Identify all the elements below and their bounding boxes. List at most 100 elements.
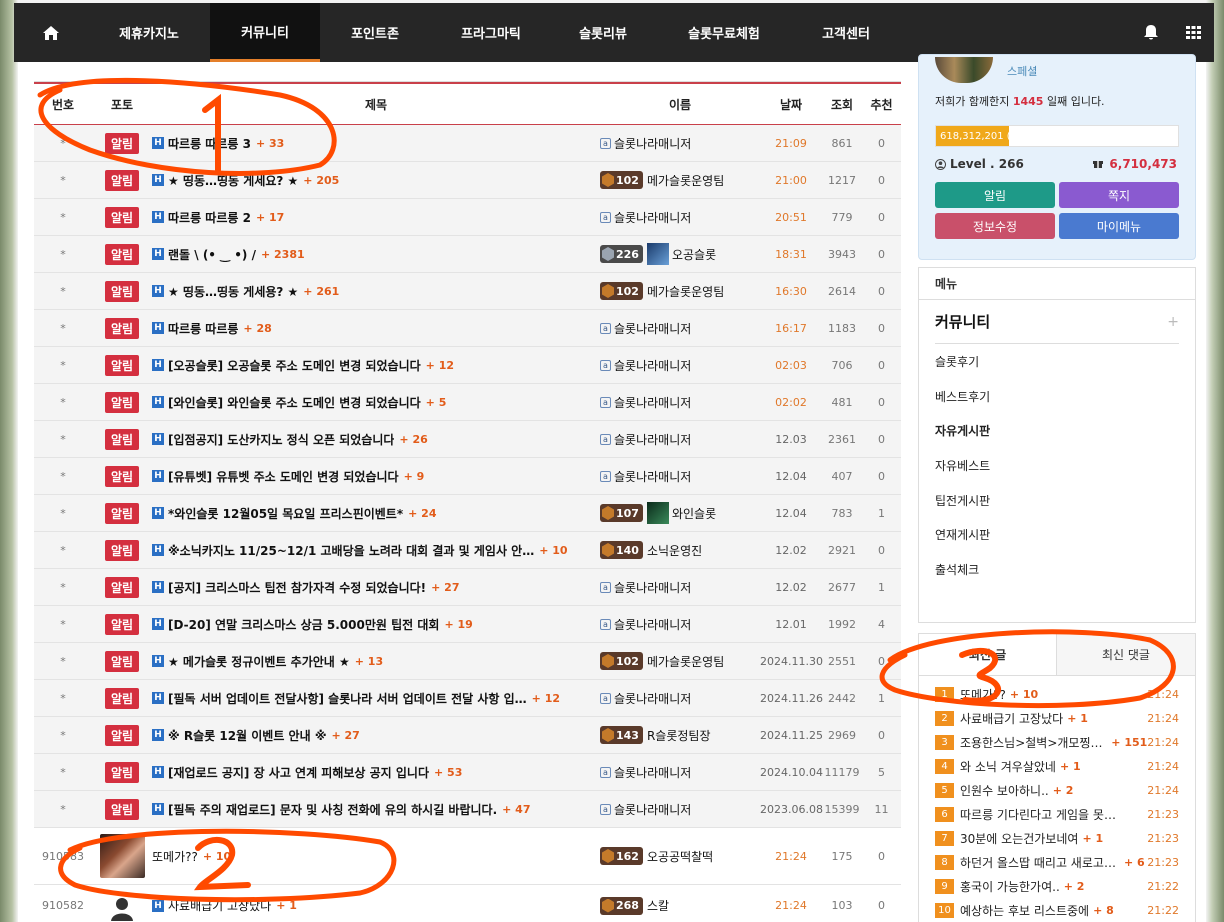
post-title-cell[interactable]: H [와인슬롯] 와인슬롯 주소 도메인 변경 되었습니다 + 5 — [152, 394, 600, 411]
post-title[interactable]: [공지] 크리스마스 팁전 참가자격 수정 되었습니다! — [168, 579, 426, 596]
post-title[interactable]: ★ 띵동…띵동 게세용? ★ — [168, 283, 298, 300]
post-title[interactable]: [필독 주의 재업로드] 문자 및 사칭 전화에 유의 하시길 바랍니다. — [168, 801, 497, 818]
home-button[interactable] — [14, 3, 88, 62]
table-row[interactable]: * 알림 H [오공슬롯] 오공슬롯 주소 도메인 변경 되었습니다 + 12 a 슬롯나라… — [34, 347, 901, 384]
edit-info-button[interactable]: 정보수정 — [935, 213, 1055, 239]
table-row[interactable]: * 알림 H ★ 띵동…띵동 게세요? ★ + 205 102 메가슬롯운영팀 21:00 12… — [34, 162, 901, 199]
table-row[interactable]: * 알림 H [와인슬롯] 와인슬롯 주소 도메인 변경 되었습니다 + 5 a 슬롯나라매… — [34, 384, 901, 421]
sidebar-item-slot-review[interactable]: 슬롯후기 — [935, 344, 1179, 379]
author-cell[interactable]: a 슬롯나라매니저 — [600, 135, 760, 152]
author-cell[interactable]: 140 소닉운영진 — [600, 541, 760, 559]
post-title-cell[interactable]: H 랜돌 \ (• ‿ •) / + 2381 — [152, 246, 600, 263]
list-item[interactable]: 8 하던거 올스땁 때리고 새로고침… + 6 21:23 — [935, 850, 1179, 874]
post-title[interactable]: 따르릉 따르릉 — [168, 320, 238, 337]
table-row[interactable]: * 알림 H 따르릉 따르릉 + 28 a 슬롯나라매니저 16:17 1183 0 — [34, 310, 901, 347]
author-cell[interactable]: 226 오공슬롯 — [600, 243, 760, 265]
author-cell[interactable]: 107 와인슬롯 — [600, 502, 760, 524]
post-thumbnail[interactable] — [99, 834, 145, 878]
post-title[interactable]: [오공슬롯] 오공슬롯 주소 도메인 변경 되었습니다 — [168, 357, 421, 374]
latest-title[interactable]: 조용한스님>철벽>개모찡>바… — [960, 734, 1107, 751]
plus-icon[interactable]: + — [1167, 314, 1179, 330]
post-title-cell[interactable]: H ※ R슬롯 12월 이벤트 안내 ※ + 27 — [152, 727, 600, 744]
header-views[interactable]: 조회 — [822, 96, 862, 113]
sidebar-item-free-board[interactable]: 자유게시판 — [935, 413, 1179, 448]
post-title-cell[interactable]: H 따르릉 따르릉 3 + 33 — [152, 135, 600, 152]
post-title[interactable]: [입점공지] 도산카지노 정식 오픈 되었습니다 — [168, 431, 394, 448]
memo-button[interactable]: 쪽지 — [1059, 182, 1179, 208]
author-cell[interactable]: 143 R슬롯정팀장 — [600, 726, 760, 744]
author-cell[interactable]: a 슬롯나라매니저 — [600, 320, 760, 337]
author-cell[interactable]: 162 오공공떡찰떡 — [600, 847, 760, 865]
nav-item-slot-free-trial[interactable]: 슬롯무료체험 — [654, 3, 794, 62]
post-title-cell[interactable]: H [입점공지] 도산카지노 정식 오픈 되었습니다 + 26 — [152, 431, 600, 448]
header-recommend[interactable]: 추천 — [862, 96, 901, 113]
my-menu-button[interactable]: 마이메뉴 — [1059, 213, 1179, 239]
menu-category-community[interactable]: 커뮤니티 + — [935, 300, 1179, 344]
table-row[interactable]: * 알림 H [D-20] 연말 크리스마스 상금 5.000만원 팁전 대회 + 19… — [34, 606, 901, 643]
post-title[interactable]: 또메가?? — [152, 848, 198, 865]
latest-title[interactable]: 하던거 올스땁 때리고 새로고침… — [960, 854, 1120, 871]
avatar[interactable] — [935, 57, 993, 83]
author-cell[interactable]: 102 메가슬롯운영팀 — [600, 282, 760, 300]
author-cell[interactable]: 102 메가슬롯운영팀 — [600, 652, 760, 670]
nav-item-pragmatic[interactable]: 프라그마틱 — [430, 3, 552, 62]
latest-title[interactable]: 또메가?? — [960, 686, 1006, 703]
author-cell[interactable]: a 슬롯나라매니저 — [600, 801, 760, 818]
author-cell[interactable]: a 슬롯나라매니저 — [600, 616, 760, 633]
apps-menu-button[interactable] — [1172, 26, 1214, 39]
table-row[interactable]: * 알림 H [입점공지] 도산카지노 정식 오픈 되었습니다 + 26 a 슬롯나라매니저… — [34, 421, 901, 458]
list-item[interactable]: 3 조용한스님>철벽>개모찡>바… + 151 21:24 — [935, 730, 1179, 754]
author-cell[interactable]: a 슬롯나라매니저 — [600, 468, 760, 485]
table-row[interactable]: * 알림 H 따르릉 따르릉 2 + 17 a 슬롯나라매니저 20:51 779 0 — [34, 199, 901, 236]
author-cell[interactable]: a 슬롯나라매니저 — [600, 431, 760, 448]
sidebar-item-free-best[interactable]: 자유베스트 — [935, 448, 1179, 483]
author-cell[interactable]: 102 메가슬롯운영팀 — [600, 171, 760, 189]
list-item[interactable]: 6 따르릉 기다린다고 게임을 못하겠네 21:23 — [935, 802, 1179, 826]
post-title-cell[interactable]: H ★ 메가슬롯 정규이벤트 추가안내 ★ + 13 — [152, 653, 600, 670]
post-title-cell[interactable]: H [오공슬롯] 오공슬롯 주소 도메인 변경 되었습니다 + 12 — [152, 357, 600, 374]
notification-button[interactable] — [1130, 24, 1172, 41]
post-title-cell[interactable]: H [공지] 크리스마스 팁전 참가자격 수정 되었습니다! + 27 — [152, 579, 600, 596]
header-date[interactable]: 날짜 — [760, 96, 822, 113]
post-title[interactable]: [유튜벳] 유튜벳 주소 도메인 변경 되었습니다 — [168, 468, 399, 485]
post-title-cell[interactable]: H 따르릉 따르릉 2 + 17 — [152, 209, 600, 226]
list-item[interactable]: 9 홍국이 가능한가여.. + 2 21:22 — [935, 874, 1179, 898]
nav-item-partner-casino[interactable]: 제휴카지노 — [88, 3, 210, 62]
table-row[interactable]: * 알림 H 따르릉 따르릉 3 + 33 a 슬롯나라매니저 21:09 861 0 — [34, 125, 901, 162]
post-title[interactable]: [D-20] 연말 크리스마스 상금 5.000만원 팁전 대회 — [168, 616, 439, 633]
list-item[interactable]: 7 30분에 오는건가보네여 + 1 21:23 — [935, 826, 1179, 850]
table-row[interactable]: * 알림 H [필독 주의 재업로드] 문자 및 사칭 전화에 유의 하시길 바랍니다… — [34, 791, 901, 828]
post-title[interactable]: 따르릉 따르릉 2 — [168, 209, 251, 226]
nav-item-slot-review[interactable]: 슬롯리뷰 — [552, 3, 654, 62]
table-row[interactable]: * 알림 H [유튜벳] 유튜벳 주소 도메인 변경 되었습니다 + 9 a 슬롯나라매니저… — [34, 458, 901, 495]
table-row[interactable]: * 알림 H ★ 메가슬롯 정규이벤트 추가안내 ★ + 13 102 메가슬롯운영팀 202… — [34, 643, 901, 680]
sidebar-item-series-board[interactable]: 연재게시판 — [935, 517, 1179, 552]
post-title-cell[interactable]: H [필독 주의 재업로드] 문자 및 사칭 전화에 유의 하시길 바랍니다. + … — [152, 801, 600, 818]
nav-item-community[interactable]: 커뮤니티 — [210, 3, 320, 62]
tab-latest-posts[interactable]: 최신 글 — [919, 634, 1057, 675]
list-item[interactable]: 4 와 소닉 겨우살았네 + 1 21:24 — [935, 754, 1179, 778]
latest-title[interactable]: 홍국이 가능한가여.. — [960, 878, 1060, 895]
post-title-cell[interactable]: H ★ 띵동…띵동 게세요? ★ + 205 — [152, 172, 600, 189]
post-title[interactable]: 사료배급기 고장났다 — [168, 897, 271, 914]
notify-button[interactable]: 알림 — [935, 182, 1055, 208]
author-cell[interactable]: a 슬롯나라매니저 — [600, 690, 760, 707]
author-cell[interactable]: 268 스칼 — [600, 896, 760, 915]
latest-title[interactable]: 30분에 오는건가보네여 — [960, 830, 1078, 847]
latest-title[interactable]: 인원수 보아하니.. — [960, 782, 1049, 799]
author-cell[interactable]: a 슬롯나라매니저 — [600, 394, 760, 411]
post-title-cell[interactable]: H 사료배급기 고장났다 + 1 — [152, 897, 600, 914]
post-title[interactable]: ※ R슬롯 12월 이벤트 안내 ※ — [168, 727, 326, 744]
author-cell[interactable]: a 슬롯나라매니저 — [600, 579, 760, 596]
sidebar-item-tip-board[interactable]: 팁전게시판 — [935, 483, 1179, 518]
list-item[interactable]: 1 또메가?? + 10 21:24 — [935, 682, 1179, 706]
table-row[interactable]: * 알림 H ※소닉카지노 11/25~12/1 고배당을 노려라 대회 결과 및 게… — [34, 532, 901, 569]
author-cell[interactable]: a 슬롯나라매니저 — [600, 764, 760, 781]
post-title-cell[interactable]: H [필독 서버 업데이트 전달사항] 슬롯나라 서버 업데이트 전달 사항 입…… — [152, 690, 600, 707]
post-title[interactable]: [와인슬롯] 와인슬롯 주소 도메인 변경 되었습니다 — [168, 394, 421, 411]
post-title-cell[interactable]: 또메가?? + 10 — [152, 848, 600, 865]
sidebar-item-attendance[interactable]: 출석체크 — [935, 552, 1179, 587]
latest-title[interactable]: 따르릉 기다린다고 게임을 못하겠네 — [960, 806, 1120, 823]
post-title-cell[interactable]: H [재업로드 공지] 장 사고 연계 피해보상 공지 입니다 + 53 — [152, 764, 600, 781]
table-row[interactable]: * 알림 H 랜돌 \ (• ‿ •) / + 2381 226 오공슬롯 18:31 3943… — [34, 236, 901, 273]
